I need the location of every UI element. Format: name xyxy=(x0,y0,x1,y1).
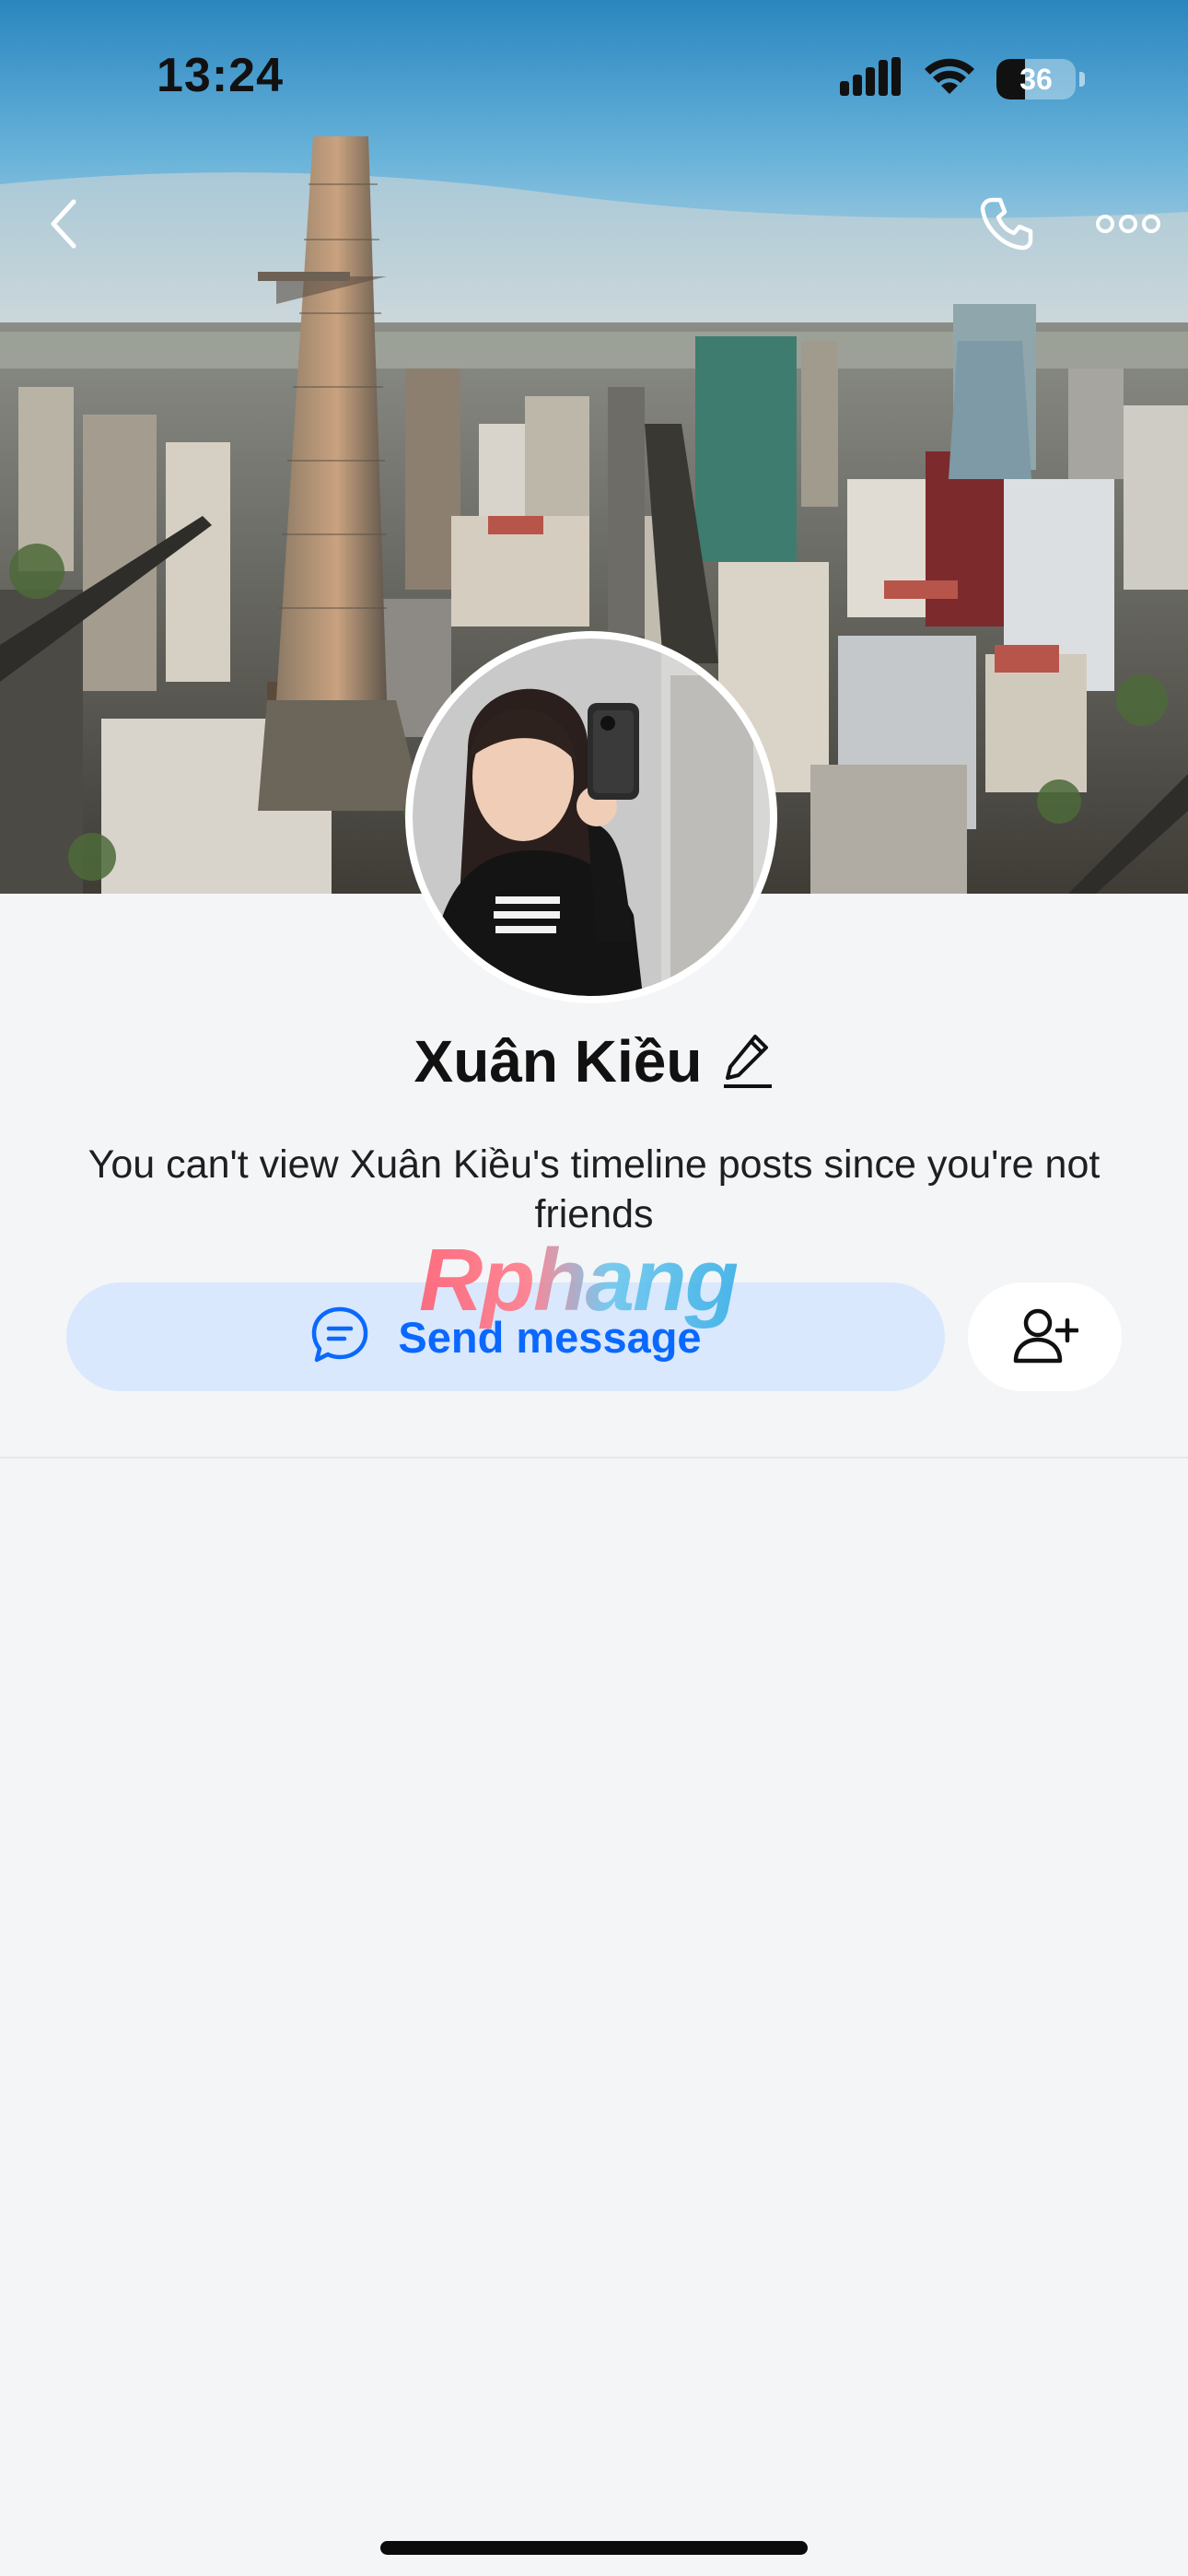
status-icons: 36 xyxy=(840,57,1085,100)
battery-percentage: 36 xyxy=(1019,62,1053,96)
profile-avatar[interactable] xyxy=(405,631,777,1003)
signal-icon xyxy=(840,57,903,100)
add-friend-button[interactable] xyxy=(968,1282,1122,1391)
call-button[interactable] xyxy=(967,189,1046,263)
wifi-icon xyxy=(923,57,976,100)
chat-bubble-icon xyxy=(309,1305,370,1370)
status-time: 13:24 xyxy=(157,49,284,102)
section-divider xyxy=(0,1457,1188,1458)
pencil-icon xyxy=(724,1034,773,1088)
back-chevron-icon xyxy=(46,198,83,254)
more-icon xyxy=(1095,213,1161,240)
home-indicator[interactable] xyxy=(380,2541,808,2555)
more-options-button[interactable] xyxy=(1087,189,1170,263)
back-button[interactable] xyxy=(28,189,101,263)
name-row: Xuân Kiều xyxy=(0,1027,1188,1095)
phone-icon xyxy=(977,194,1036,258)
profile-name: Xuân Kiều xyxy=(413,1028,703,1095)
add-friend-icon xyxy=(1012,1306,1079,1369)
battery-cap xyxy=(1079,71,1085,87)
watermark: Rphang xyxy=(419,1231,739,1329)
privacy-notice: You can't view Xuân Kiều's timeline post… xyxy=(87,1142,1101,1236)
battery-icon: 36 xyxy=(996,58,1076,100)
edit-name-button[interactable] xyxy=(722,1031,774,1093)
